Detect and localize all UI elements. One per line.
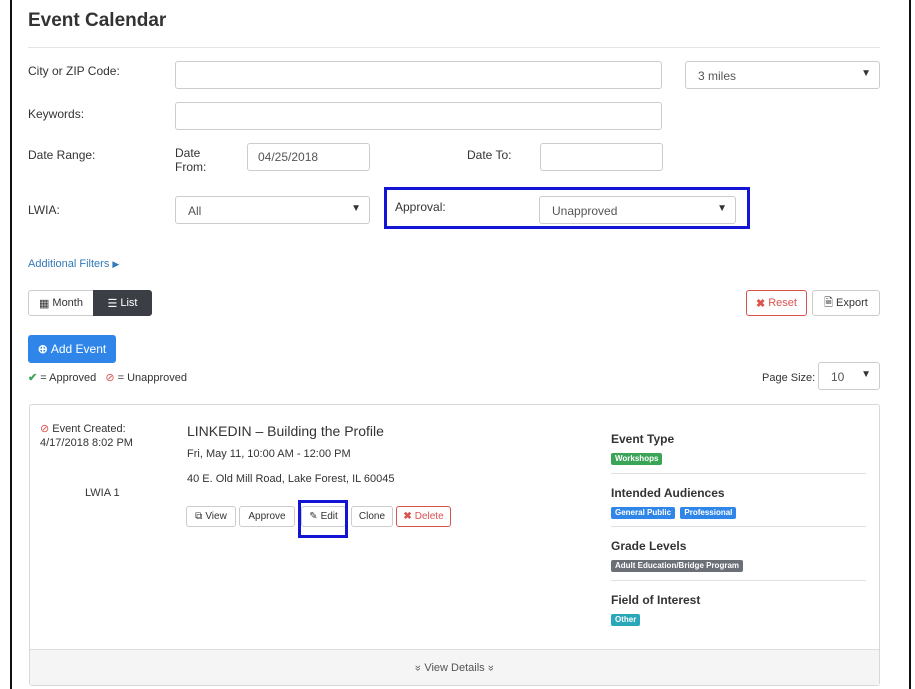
grade-levels-section: Grade Levels Adult Education/Bridge Prog… <box>611 539 866 572</box>
check-icon: ✔ <box>28 372 38 384</box>
grade-levels-title: Grade Levels <box>611 539 687 553</box>
view-details-label: View Details <box>424 661 485 674</box>
event-created-date: 4/17/2018 8:02 PM <box>40 437 133 449</box>
month-view-label: Month <box>52 297 83 309</box>
ban-icon: ⊘ <box>40 423 50 435</box>
radius-select-value: 3 miles <box>698 69 737 83</box>
calendar-icon: ▦ <box>39 297 50 310</box>
audience-badge: Professional <box>680 507 737 519</box>
caret-right-icon: ▶ <box>112 259 120 269</box>
delete-event-button[interactable]: ✖ Delete <box>396 506 451 527</box>
event-type-section: Event Type Workshops <box>611 432 866 465</box>
list-view-button[interactable]: ☰ List <box>93 290 152 316</box>
export-button[interactable]: 🗎 Export <box>812 290 880 316</box>
section-divider <box>611 473 866 474</box>
approval-select-value: Unapproved <box>552 204 618 218</box>
additional-filters-label: Additional Filters <box>28 258 110 270</box>
export-label: Export <box>836 297 868 309</box>
view-event-label: View <box>205 511 227 522</box>
keywords-input[interactable] <box>175 102 662 130</box>
view-event-button[interactable]: ⧉ View <box>186 506 236 527</box>
field-of-interest-section: Field of Interest Other <box>611 593 866 626</box>
city-zip-input[interactable] <box>175 61 662 89</box>
approved-legend-label: = Approved <box>40 372 97 384</box>
double-chevron-down-icon: « <box>484 664 497 671</box>
date-from-input[interactable]: 04/25/2018 <box>247 143 370 171</box>
approval-select[interactable]: Unapproved ▼ <box>539 196 736 224</box>
grade-level-badge: Adult Education/Bridge Program <box>611 560 744 572</box>
double-chevron-down-icon: « <box>412 664 425 671</box>
field-of-interest-badge: Other <box>611 614 641 626</box>
event-title: LINKEDIN – Building the Profile <box>187 423 384 439</box>
clone-event-label: Clone <box>358 511 386 522</box>
export-file-icon: 🗎 <box>824 296 834 309</box>
audiences-title: Intended Audiences <box>611 486 725 500</box>
event-card: ⊘ Event Created: 4/17/2018 8:02 PM LWIA … <box>29 404 880 686</box>
status-legend: ✔ = Approved ⊘ = Unapproved <box>28 371 187 384</box>
delete-event-label: Delete <box>414 511 444 522</box>
edit-highlight-box <box>298 500 348 538</box>
approve-event-label: Approve <box>248 511 286 522</box>
month-view-button[interactable]: ▦ Month <box>28 290 94 316</box>
additional-filters-link[interactable]: Additional Filters ▶ <box>28 258 119 270</box>
event-datetime: Fri, May 11, 10:00 AM - 12:00 PM <box>187 448 351 460</box>
field-of-interest-title: Field of Interest <box>611 593 701 607</box>
page-size-select[interactable]: 10 ▼ <box>818 362 880 390</box>
event-type-badge: Workshops <box>611 453 663 465</box>
add-event-label: Add Event <box>50 342 107 356</box>
close-icon: ✖ <box>756 297 766 310</box>
page-size-value: 10 <box>831 370 845 384</box>
reset-label: Reset <box>768 297 797 309</box>
keywords-label: Keywords: <box>28 107 85 121</box>
list-view-label: List <box>120 297 138 309</box>
date-to-label: Date To: <box>467 148 512 162</box>
event-lwia: LWIA 1 <box>85 487 120 499</box>
page-size-label: Page Size: <box>762 372 816 384</box>
lwia-label: LWIA: <box>28 203 60 217</box>
external-link-icon: ⧉ <box>195 511 203 522</box>
title-divider <box>28 47 880 48</box>
date-range-label: Date Range: <box>28 148 96 162</box>
audience-badge: General Public <box>611 507 676 519</box>
event-type-title: Event Type <box>611 432 675 446</box>
audiences-section: Intended Audiences General Public Profes… <box>611 486 866 519</box>
clone-event-button[interactable]: Clone <box>351 506 393 527</box>
date-from-label: Date From: <box>175 146 207 174</box>
section-divider <box>611 580 866 581</box>
view-details-toggle[interactable]: « View Details « <box>30 649 879 685</box>
city-label: City or ZIP Code: <box>28 64 120 78</box>
event-address: 40 E. Old Mill Road, Lake Forest, IL 600… <box>187 473 395 485</box>
section-divider <box>611 526 866 527</box>
plus-circle-icon: ⊕ <box>37 342 48 356</box>
event-created-label: Event Created: <box>52 423 126 435</box>
chevron-down-icon: ▼ <box>861 369 871 380</box>
add-event-button[interactable]: ⊕ Add Event <box>28 335 116 363</box>
chevron-down-icon: ▼ <box>717 203 727 214</box>
event-calendar-panel: Event Calendar City or ZIP Code: 3 miles… <box>10 0 911 689</box>
chevron-down-icon: ▼ <box>351 203 361 214</box>
unapproved-legend-label: = Unapproved <box>117 372 188 384</box>
approve-event-button[interactable]: Approve <box>239 506 295 527</box>
approval-label: Approval: <box>395 200 446 214</box>
list-icon: ☰ <box>107 297 118 310</box>
lwia-select-value: All <box>188 204 202 218</box>
event-created-info: ⊘ Event Created: 4/17/2018 8:02 PM <box>40 422 160 450</box>
date-to-input[interactable] <box>540 143 663 171</box>
ban-icon: ⊘ <box>105 372 115 384</box>
lwia-select[interactable]: All ▼ <box>175 196 370 224</box>
chevron-down-icon: ▼ <box>861 68 871 79</box>
radius-select[interactable]: 3 miles ▼ <box>685 61 880 89</box>
reset-button[interactable]: ✖ Reset <box>746 290 807 316</box>
page-title: Event Calendar <box>28 10 167 31</box>
close-icon: ✖ <box>403 511 412 522</box>
